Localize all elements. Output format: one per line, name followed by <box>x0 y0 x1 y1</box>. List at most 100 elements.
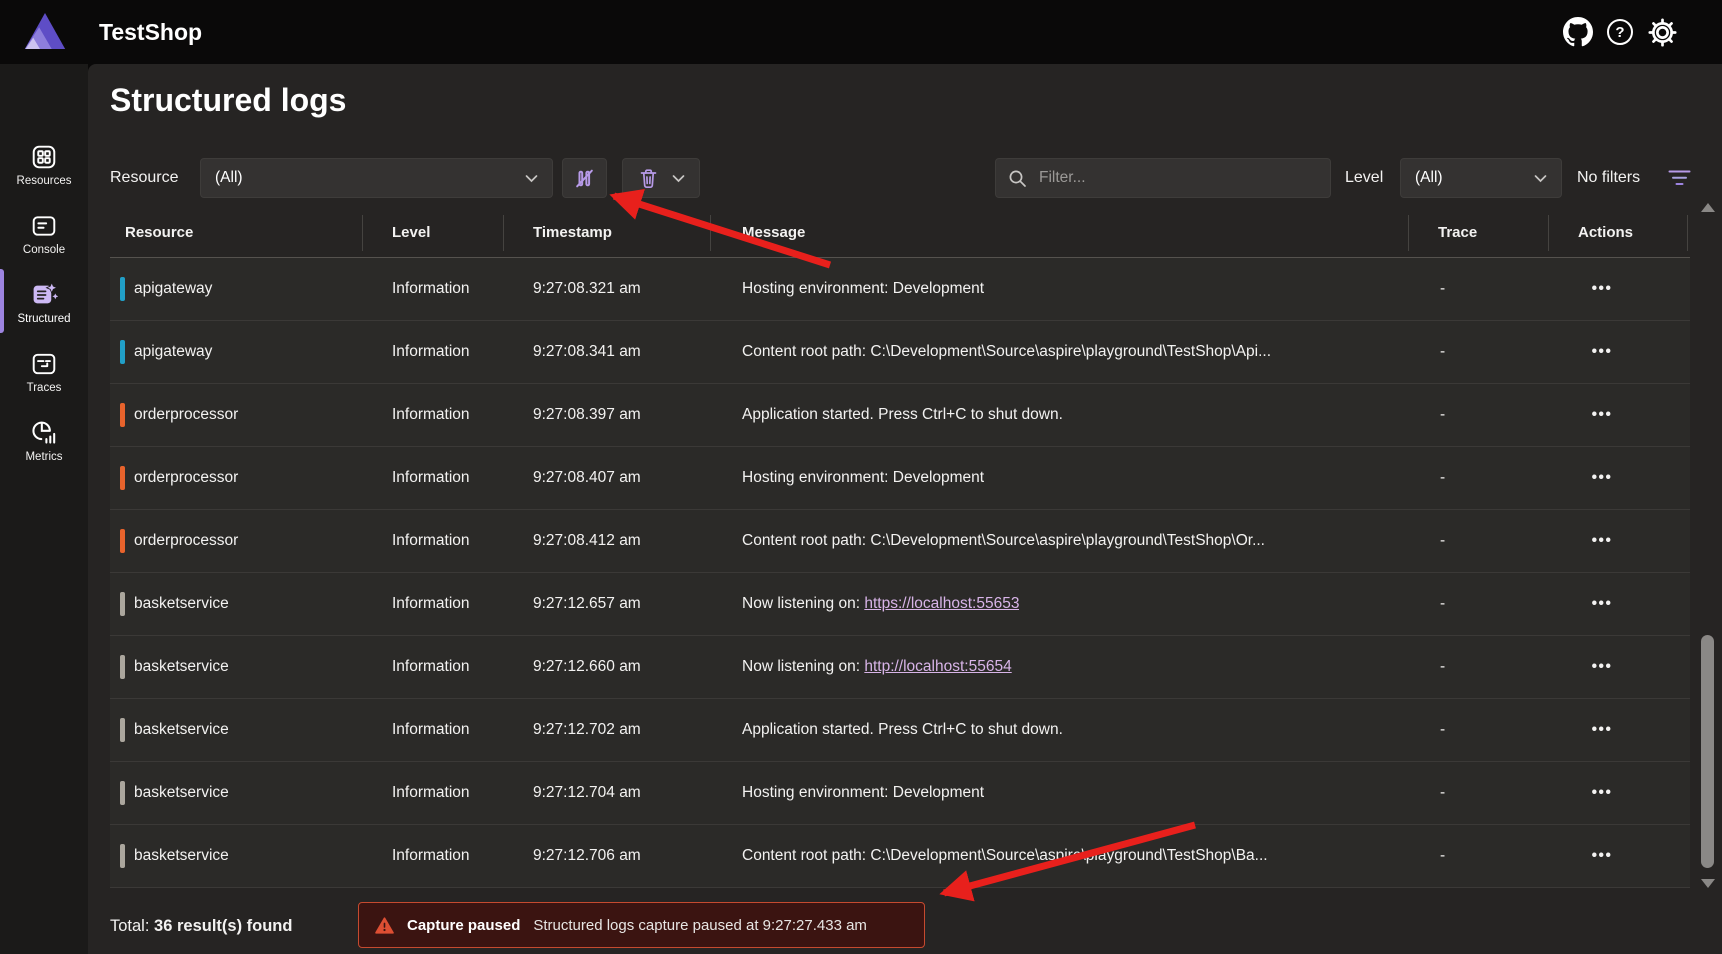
row-actions-button[interactable]: ••• <box>1582 510 1622 572</box>
log-message: Hosting environment: Development <box>742 762 984 824</box>
log-row[interactable]: basketserviceInformation9:27:12.657 amNo… <box>110 573 1690 636</box>
console-logs-icon <box>31 213 57 239</box>
row-actions-button[interactable]: ••• <box>1582 573 1622 635</box>
log-filter-searchbox[interactable] <box>995 158 1331 198</box>
localhost-link[interactable]: https://localhost:55653 <box>864 595 1019 612</box>
filter-input[interactable] <box>1037 168 1318 188</box>
trash-icon <box>638 167 659 189</box>
sidebar-item-resources[interactable]: Resources <box>0 134 88 196</box>
log-timestamp: 9:27:08.397 am <box>533 384 641 446</box>
row-actions-button[interactable]: ••• <box>1582 636 1622 698</box>
log-row[interactable]: basketservice Information 9:27:12.704 am Ho… <box>110 762 1690 825</box>
log-level: Information <box>392 825 470 887</box>
log-resource: basketservice <box>134 762 229 824</box>
log-trace: - <box>1440 636 1445 698</box>
row-actions-button[interactable]: ••• <box>1582 258 1622 320</box>
log-level: Information <box>392 384 470 446</box>
row-actions-button[interactable]: ••• <box>1582 321 1622 383</box>
resource-color-indicator <box>120 277 125 301</box>
column-divider <box>1687 215 1688 251</box>
resource-color-indicator <box>120 718 125 742</box>
resource-color-indicator <box>120 781 125 805</box>
total-results: Total: 36 result(s) found <box>110 903 292 949</box>
log-timestamp: 9:27:08.321 am <box>533 258 641 320</box>
log-message: Hosting environment: Development <box>742 447 984 509</box>
log-row[interactable]: basketserviceInformation9:27:12.706 amCo… <box>110 825 1690 888</box>
log-row[interactable]: orderprocessorInformation9:27:08.412 amC… <box>110 510 1690 573</box>
warning-icon <box>375 917 394 934</box>
chevron-down-icon <box>525 174 538 183</box>
github-icon[interactable] <box>1563 17 1593 47</box>
log-message: Application started. Press Ctrl+C to shu… <box>742 384 1063 446</box>
log-resource: apigateway <box>134 258 212 320</box>
trash-dropdown-chevron-icon[interactable] <box>672 174 685 183</box>
sidebar-item-traces[interactable]: Traces <box>0 341 88 403</box>
scrollbar-down-arrow[interactable] <box>1701 879 1715 888</box>
log-timestamp: 9:27:12.660 am <box>533 636 641 698</box>
log-row[interactable]: basketserviceInformation9:27:12.702 amAp… <box>110 699 1690 762</box>
row-actions-button[interactable]: ••• <box>1582 762 1622 824</box>
log-trace: - <box>1440 825 1445 887</box>
column-header-actions[interactable]: Actions <box>1578 208 1633 258</box>
localhost-link[interactable]: http://localhost:55654 <box>864 658 1011 675</box>
log-row[interactable]: orderprocessor Information 9:27:08.397 am A… <box>110 384 1690 447</box>
structured-logs-icon <box>31 281 58 308</box>
resource-color-indicator <box>120 844 125 868</box>
sidebar-item-console[interactable]: Console <box>0 203 88 265</box>
resource-color-indicator <box>120 340 125 364</box>
filter-panel-button[interactable] <box>1668 169 1691 192</box>
sidebar-item-label: Console <box>23 244 65 256</box>
resource-filter-label: Resource <box>110 158 178 198</box>
pause-capture-button[interactable] <box>562 158 607 198</box>
row-actions-button[interactable]: ••• <box>1582 699 1622 761</box>
sidebar-item-label: Traces <box>27 382 62 394</box>
column-header-level[interactable]: Level <box>392 208 430 258</box>
sidebar-item-metrics[interactable]: Metrics <box>0 410 88 472</box>
level-filter-value: (All) <box>1415 169 1443 187</box>
level-filter-dropdown[interactable]: (All) <box>1400 158 1562 198</box>
log-level: Information <box>392 636 470 698</box>
total-results-count: 36 result(s) found <box>154 917 292 935</box>
sidebar-item-label: Metrics <box>25 451 62 463</box>
top-bar: TestShop ? <box>0 0 1722 64</box>
log-message: Application started. Press Ctrl+C to shu… <box>742 699 1063 761</box>
log-timestamp: 9:27:12.702 am <box>533 699 641 761</box>
column-header-trace[interactable]: Trace <box>1438 208 1477 258</box>
log-row[interactable]: apigatewayInformation9:27:08.321 amHosti… <box>110 258 1690 321</box>
log-resource: basketservice <box>134 636 229 698</box>
log-row[interactable]: orderprocessorInformation9:27:08.407 amH… <box>110 447 1690 510</box>
log-resource: orderprocessor <box>134 384 238 446</box>
column-header-message[interactable]: Message <box>742 208 805 258</box>
filter-icon <box>1668 169 1691 187</box>
scrollbar-up-arrow[interactable] <box>1701 203 1715 212</box>
log-resource: basketservice <box>134 825 229 887</box>
settings-gear-icon[interactable] <box>1647 17 1677 47</box>
resource-filter-dropdown[interactable]: (All) <box>200 158 553 198</box>
log-timestamp: 9:27:08.341 am <box>533 321 641 383</box>
log-timestamp: 9:27:12.704 am <box>533 762 641 824</box>
metrics-icon <box>31 420 57 446</box>
column-divider <box>710 215 711 251</box>
row-actions-button[interactable]: ••• <box>1582 825 1622 887</box>
log-row[interactable]: basketserviceInformation9:27:12.660 amNo… <box>110 636 1690 699</box>
scrollbar-thumb[interactable] <box>1701 635 1714 868</box>
log-row[interactable]: apigatewayInformation9:27:08.341 amConte… <box>110 321 1690 384</box>
log-resource: basketservice <box>134 699 229 761</box>
banner-message: Structured logs capture paused at 9:27:2… <box>533 917 867 934</box>
log-trace: - <box>1440 573 1445 635</box>
resource-color-indicator <box>120 403 125 427</box>
aspire-dashboard: TestShop ? Resources <box>0 0 1722 954</box>
row-actions-button[interactable]: ••• <box>1582 447 1622 509</box>
sidebar-item-structured[interactable]: Structured <box>0 272 88 334</box>
log-level: Information <box>392 762 470 824</box>
log-trace: - <box>1440 258 1445 320</box>
resource-color-indicator <box>120 655 125 679</box>
log-timestamp: 9:27:12.706 am <box>533 825 641 887</box>
row-actions-button[interactable]: ••• <box>1582 384 1622 446</box>
clear-logs-split-button[interactable] <box>622 158 700 198</box>
column-header-timestamp[interactable]: Timestamp <box>533 208 612 258</box>
log-trace: - <box>1440 447 1445 509</box>
resource-color-indicator <box>120 466 125 490</box>
help-icon[interactable]: ? <box>1605 17 1635 47</box>
column-header-resource[interactable]: Resource <box>125 208 193 258</box>
